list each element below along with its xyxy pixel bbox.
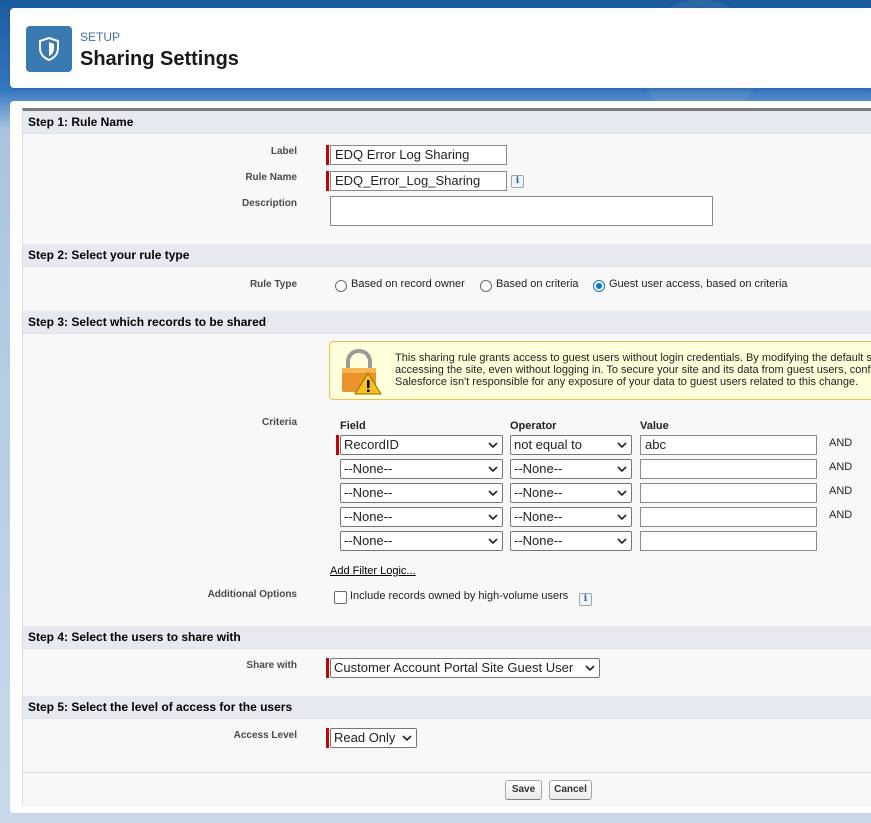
and-conjunction: AND [829, 437, 853, 449]
button-bar: Save Cancel [23, 772, 871, 806]
chevron-down-icon [488, 466, 498, 473]
warning-message: This sharing rule grants access to guest… [395, 352, 871, 388]
rule-name-input[interactable]: EDQ_Error_Log_Sharing [330, 171, 507, 191]
select-value: --None-- [514, 509, 563, 524]
rule-type-label: Rule Type [249, 279, 297, 290]
select-value: --None-- [344, 485, 393, 500]
cancel-button[interactable]: Cancel [549, 780, 592, 800]
label-input[interactable]: EDQ Error Log Sharing [330, 145, 507, 165]
required-marker [326, 658, 329, 678]
step3-heading: Step 3: Select which records to be share… [23, 311, 871, 334]
criteria-operator-select[interactable]: --None-- [510, 483, 632, 503]
criteria-field-select[interactable]: --None-- [340, 507, 503, 527]
col-operator-header: Operator [510, 420, 557, 432]
info-icon[interactable]: i [511, 175, 524, 188]
criteria-value-input[interactable]: abc [640, 435, 817, 455]
step4-heading: Step 4: Select the users to share with [23, 626, 871, 649]
step1-heading: Step 1: Rule Name [23, 111, 871, 134]
main-panel: Step 1: Rule Name Label EDQ Error Log Sh… [10, 101, 871, 813]
access-level-label: Access Level [233, 730, 297, 741]
criteria-operator-select[interactable]: --None-- [510, 459, 632, 479]
share-with-select[interactable]: Customer Account Portal Site Guest User [330, 658, 600, 678]
page-header: SETUP Sharing Settings [10, 8, 871, 88]
required-marker [336, 435, 339, 455]
criteria-value-input[interactable] [640, 459, 817, 479]
criteria-field-select[interactable]: --None-- [340, 483, 503, 503]
required-marker [326, 728, 329, 748]
select-value: not equal to [514, 437, 582, 452]
select-value: --None-- [514, 533, 563, 548]
radio-record-owner[interactable] [335, 280, 347, 292]
chevron-down-icon [488, 442, 498, 449]
criteria-field-select[interactable]: RecordID [340, 435, 503, 455]
chevron-down-icon [617, 538, 627, 545]
shield-icon [26, 26, 72, 72]
radio-criteria-label: Based on criteria [496, 278, 579, 290]
and-conjunction: AND [829, 485, 853, 497]
criteria-operator-select[interactable]: --None-- [510, 531, 632, 551]
info-icon[interactable]: i [579, 593, 592, 606]
sharing-rule-form: Step 1: Rule Name Label EDQ Error Log Sh… [22, 108, 871, 806]
warning-line: This sharing rule grants access to guest… [395, 352, 871, 364]
col-field-header: Field [340, 420, 366, 432]
col-value-header: Value [640, 420, 669, 432]
chevron-down-icon [617, 442, 627, 449]
include-high-volume-label: Include records owned by high-volume use… [350, 590, 569, 602]
page-title: Sharing Settings [80, 48, 239, 70]
select-value: --None-- [514, 461, 563, 476]
chevron-down-icon [488, 514, 498, 521]
description-label: Description [241, 198, 297, 209]
chevron-down-icon [488, 538, 498, 545]
warning-line: accessing the site, even without logging… [395, 364, 871, 376]
criteria-operator-select[interactable]: --None-- [510, 507, 632, 527]
criteria-operator-select[interactable]: not equal to [510, 435, 632, 455]
criteria-value-input[interactable] [640, 531, 817, 551]
description-textarea[interactable] [330, 196, 713, 226]
chevron-down-icon [585, 665, 595, 672]
radio-guest-user-access[interactable] [593, 280, 605, 292]
required-marker [326, 171, 329, 191]
warning-line: Salesforce isn't responsible for any exp… [395, 376, 859, 388]
criteria-field-select[interactable]: --None-- [340, 459, 503, 479]
required-marker [326, 145, 329, 165]
select-value: --None-- [344, 509, 393, 524]
chevron-down-icon [617, 514, 627, 521]
chevron-down-icon [617, 490, 627, 497]
select-value: --None-- [344, 533, 393, 548]
select-value: --None-- [514, 485, 563, 500]
rule-name-label: Rule Name [245, 172, 297, 183]
select-value: Customer Account Portal Site Guest User [334, 660, 574, 675]
add-filter-logic-link[interactable]: Add Filter Logic... [330, 565, 416, 577]
step2-heading: Step 2: Select your rule type [23, 244, 871, 267]
chevron-down-icon [617, 466, 627, 473]
chevron-down-icon [488, 490, 498, 497]
save-button[interactable]: Save [505, 780, 542, 800]
access-level-select[interactable]: Read Only [330, 728, 417, 748]
criteria-value-input[interactable] [640, 483, 817, 503]
chevron-down-icon [402, 735, 412, 742]
header-eyebrow: SETUP [80, 30, 121, 44]
radio-record-owner-label: Based on record owner [351, 278, 465, 290]
label-field-label: Label [270, 146, 297, 157]
criteria-value-input[interactable] [640, 507, 817, 527]
select-value: Read Only [334, 730, 396, 745]
radio-guest-user-access-label: Guest user access, based on criteria [609, 278, 788, 290]
select-value: --None-- [344, 461, 393, 476]
additional-options-label: Additional Options [207, 589, 297, 600]
share-with-label: Share with [246, 660, 297, 671]
criteria-label: Criteria [261, 417, 297, 428]
radio-criteria[interactable] [480, 280, 492, 292]
step5-heading: Step 5: Select the level of access for t… [23, 696, 871, 719]
and-conjunction: AND [829, 509, 853, 521]
lock-warning-icon [338, 348, 382, 395]
guest-access-warning: This sharing rule grants access to guest… [329, 341, 871, 400]
criteria-field-select[interactable]: --None-- [340, 531, 503, 551]
and-conjunction: AND [829, 461, 853, 473]
select-value: RecordID [344, 437, 399, 452]
include-high-volume-checkbox[interactable] [334, 591, 347, 604]
